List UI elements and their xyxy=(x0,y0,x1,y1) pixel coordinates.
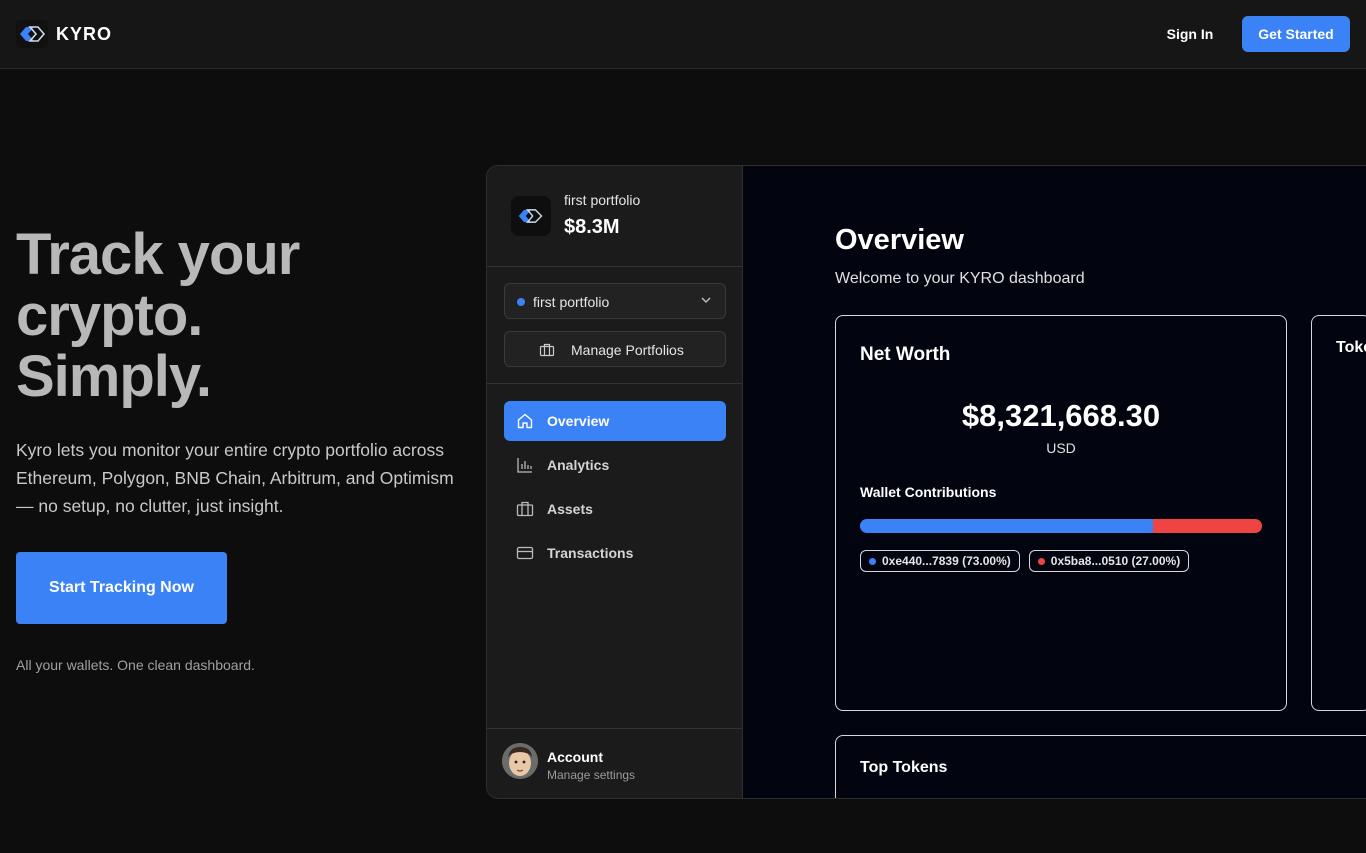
wallet-chip[interactable]: 0xe440...7839 (73.00%) xyxy=(860,550,1020,572)
sidebar-divider xyxy=(487,383,743,384)
get-started-button[interactable]: Get Started xyxy=(1242,16,1350,52)
start-tracking-button[interactable]: Start Tracking Now xyxy=(16,552,227,624)
manage-portfolios-button[interactable]: Manage Portfolios xyxy=(504,331,726,367)
kyro-logo-icon xyxy=(518,209,543,223)
account-name: Account xyxy=(547,749,603,765)
hero-tagline: All your wallets. One clean dashboard. xyxy=(16,657,255,673)
wallet-contributions-bar xyxy=(860,519,1262,533)
sidebar-item-label: Assets xyxy=(547,501,593,517)
kyro-logo-icon xyxy=(16,20,48,48)
wallet-dot-icon xyxy=(1037,557,1045,565)
net-worth-value: $8,321,668.30 xyxy=(961,398,1161,433)
net-worth-currency: USD xyxy=(1046,440,1076,456)
wallet-bar-segment xyxy=(860,519,1154,533)
portfolio-selector[interactable]: first portfolio xyxy=(504,283,726,319)
sign-in-button[interactable]: Sign In xyxy=(1150,16,1230,52)
top-tokens-title: Top Tokens xyxy=(860,759,948,776)
top-tokens-card: Top Tokens xyxy=(835,735,1366,798)
hero-description: Kyro lets you monitor your entire crypto… xyxy=(16,440,454,516)
portfolio-value: $8.3M xyxy=(564,216,620,238)
portfolio-selector-label: first portfolio xyxy=(533,294,610,310)
tokens-card-title: Toke xyxy=(1336,339,1366,356)
sidebar-item-analytics[interactable]: Analytics xyxy=(504,445,726,485)
page-title: Overview xyxy=(835,224,964,256)
account-section[interactable]: Account Manage settings xyxy=(487,728,743,798)
hero-title: Track your crypto. Simply. xyxy=(16,224,456,407)
top-nav: KYRO Sign In Get Started xyxy=(0,0,1366,69)
hero-title-line: Simply. xyxy=(16,344,212,409)
wallet-chip-label: 0xe440...7839 (73.00%) xyxy=(882,554,1011,568)
wallet-bar-segment xyxy=(1153,519,1262,533)
sidebar-item-label: Transactions xyxy=(547,545,634,561)
sidebar-item-overview[interactable]: Overview xyxy=(504,401,726,441)
portfolio-dot-icon xyxy=(517,298,525,306)
sidebar: first portfolio $8.3M first portfolio Ma… xyxy=(487,166,743,798)
sidebar-item-label: Overview xyxy=(547,413,610,429)
sidebar-item-label: Analytics xyxy=(547,457,610,473)
wallet-chip[interactable]: 0x5ba8...0510 (27.00%) xyxy=(1028,550,1190,572)
portfolio-name: first portfolio xyxy=(564,192,641,208)
brand[interactable]: KYRO xyxy=(16,20,112,48)
avatar[interactable] xyxy=(502,743,538,779)
hero-title-line: Track your xyxy=(16,222,300,287)
tokens-card: Toke xyxy=(1311,315,1366,711)
sidebar-item-transactions[interactable]: Transactions xyxy=(504,533,726,573)
sidebar-header: first portfolio $8.3M xyxy=(487,166,743,267)
wallet-contributions-title: Wallet Contributions xyxy=(860,484,997,500)
portfolio-logo xyxy=(511,196,551,236)
manage-portfolios-label: Manage Portfolios xyxy=(571,342,684,358)
credit-card-icon xyxy=(516,546,534,560)
net-worth-card: Net Worth $8,321,668.30 USD Wallet Contr… xyxy=(835,315,1287,711)
sidebar-item-assets[interactable]: Assets xyxy=(504,489,726,529)
brand-name: KYRO xyxy=(56,23,113,44)
bar-chart-icon xyxy=(517,458,532,473)
briefcase-icon xyxy=(516,501,534,517)
wallet-legend: 0xe440...7839 (73.00%) 0x5ba8...0510 (27.… xyxy=(860,550,1190,572)
page-subtitle: Welcome to your KYRO dashboard xyxy=(835,270,1085,287)
account-subtitle: Manage settings xyxy=(547,768,636,782)
home-icon xyxy=(517,413,533,429)
wallet-dot-icon xyxy=(869,557,876,565)
briefcase-icon xyxy=(539,343,555,357)
hero-title-line: crypto. xyxy=(16,283,203,348)
chevron-down-icon xyxy=(701,297,711,304)
dashboard-preview: first portfolio $8.3M first portfolio Ma… xyxy=(486,165,1366,799)
wallet-chip-label: 0x5ba8...0510 (27.00%) xyxy=(1050,554,1181,568)
avatar-face-icon xyxy=(502,743,538,779)
net-worth-title: Net Worth xyxy=(860,344,951,365)
